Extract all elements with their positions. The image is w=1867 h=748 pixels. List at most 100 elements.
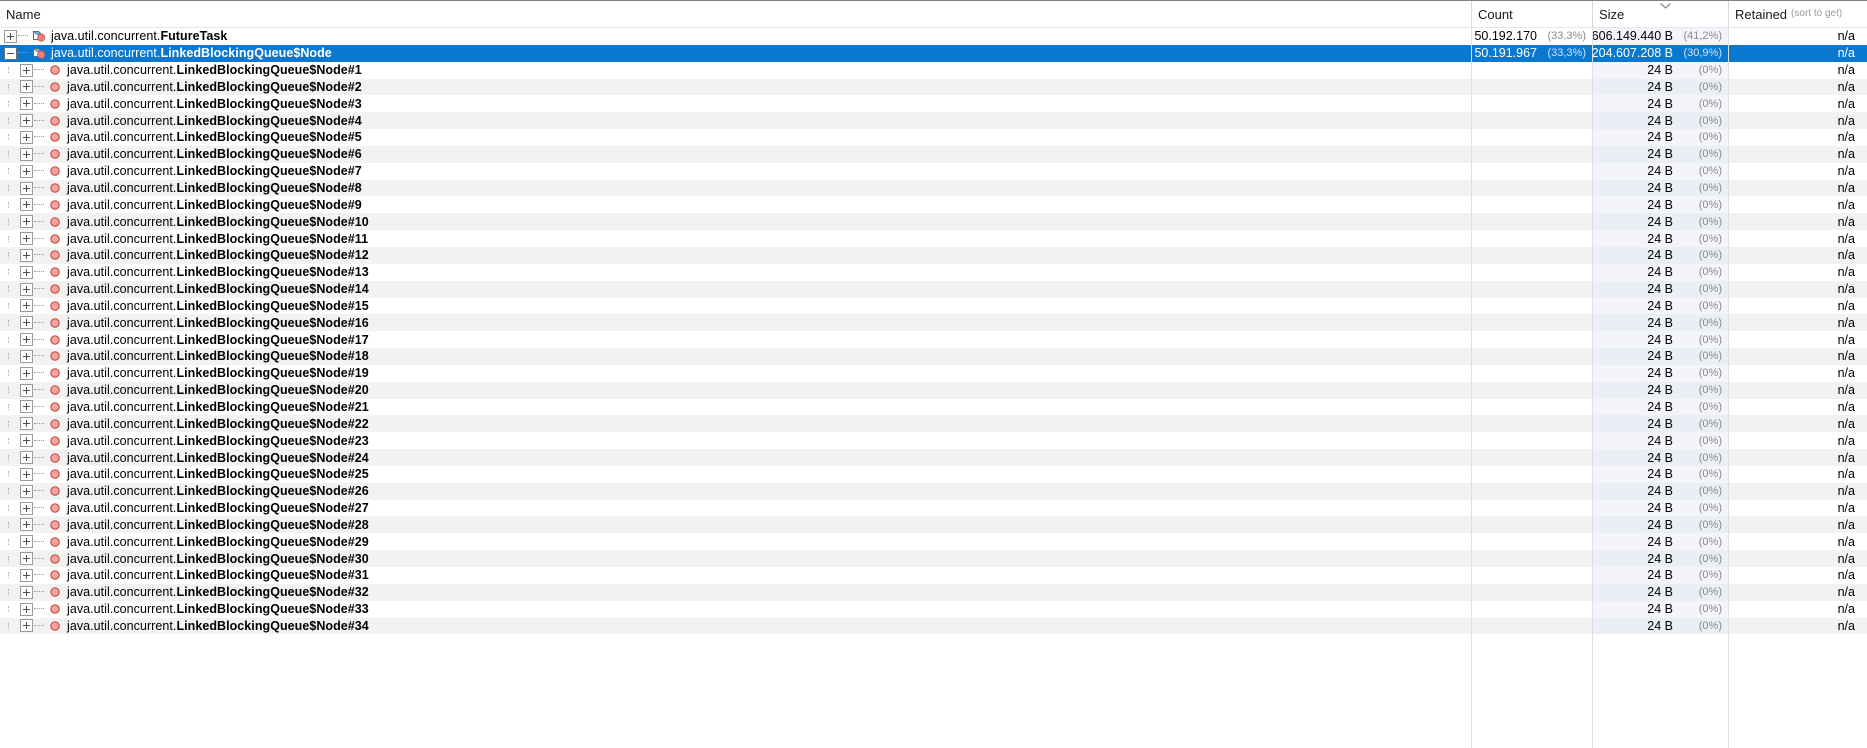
table-row[interactable]: java.util.concurrent.LinkedBlockingQueue… bbox=[0, 381, 1867, 399]
expand-icon[interactable] bbox=[20, 299, 33, 313]
cell-name[interactable]: java.util.concurrent.LinkedBlockingQueue… bbox=[0, 314, 1471, 331]
expand-icon[interactable] bbox=[20, 349, 33, 363]
cell-name[interactable]: java.util.concurrent.LinkedBlockingQueue… bbox=[0, 399, 1471, 416]
cell-name[interactable]: java.util.concurrent.LinkedBlockingQueue… bbox=[0, 62, 1471, 79]
table-row[interactable]: java.util.concurrent.LinkedBlockingQueue… bbox=[0, 600, 1867, 618]
table-row[interactable]: java.util.concurrent.LinkedBlockingQueue… bbox=[0, 145, 1867, 163]
table-row[interactable]: java.util.concurrent.LinkedBlockingQueue… bbox=[0, 196, 1867, 214]
table-row[interactable]: java.util.concurrent.LinkedBlockingQueue… bbox=[0, 533, 1867, 551]
expand-icon[interactable] bbox=[20, 282, 33, 296]
cell-name[interactable]: java.util.concurrent.LinkedBlockingQueue… bbox=[0, 196, 1471, 213]
cell-name[interactable]: java.util.concurrent.LinkedBlockingQueue… bbox=[0, 533, 1471, 550]
expand-icon[interactable] bbox=[20, 434, 33, 448]
table-row[interactable]: java.util.concurrent.FutureTask 50.192.17… bbox=[0, 28, 1867, 45]
expand-icon[interactable] bbox=[20, 501, 33, 515]
expand-icon[interactable] bbox=[20, 265, 33, 279]
table-row[interactable]: java.util.concurrent.LinkedBlockingQueue… bbox=[0, 230, 1867, 247]
expand-icon[interactable] bbox=[20, 467, 33, 481]
expand-icon[interactable] bbox=[20, 316, 33, 330]
table-row[interactable]: java.util.concurrent.LinkedBlockingQueue… bbox=[0, 44, 1867, 62]
cell-name[interactable]: java.util.concurrent.LinkedBlockingQueue… bbox=[0, 382, 1471, 399]
cell-name[interactable]: java.util.concurrent.LinkedBlockingQueue… bbox=[0, 365, 1471, 382]
cell-name[interactable]: java.util.concurrent.LinkedBlockingQueue… bbox=[0, 95, 1471, 112]
table-row[interactable]: java.util.concurrent.LinkedBlockingQueue… bbox=[0, 162, 1867, 180]
cell-name[interactable]: java.util.concurrent.LinkedBlockingQueue… bbox=[0, 550, 1471, 567]
column-header-count[interactable]: Count bbox=[1471, 1, 1592, 27]
column-header-size[interactable]: Size bbox=[1592, 1, 1728, 27]
cell-name[interactable]: java.util.concurrent.LinkedBlockingQueue… bbox=[0, 45, 1471, 62]
cell-name[interactable]: java.util.concurrent.LinkedBlockingQueue… bbox=[0, 415, 1471, 432]
cell-name[interactable]: java.util.concurrent.LinkedBlockingQueue… bbox=[0, 516, 1471, 533]
expand-icon[interactable] bbox=[20, 400, 33, 414]
table-row[interactable]: java.util.concurrent.LinkedBlockingQueue… bbox=[0, 499, 1867, 517]
expand-icon[interactable] bbox=[20, 248, 33, 262]
expand-icon[interactable] bbox=[20, 619, 33, 633]
cell-name[interactable]: java.util.concurrent.FutureTask bbox=[0, 28, 1471, 45]
cell-name[interactable]: java.util.concurrent.LinkedBlockingQueue… bbox=[0, 449, 1471, 466]
expand-icon[interactable] bbox=[20, 451, 33, 465]
cell-name[interactable]: java.util.concurrent.LinkedBlockingQueue… bbox=[0, 331, 1471, 348]
cell-name[interactable]: java.util.concurrent.LinkedBlockingQueue… bbox=[0, 298, 1471, 315]
cell-name[interactable]: java.util.concurrent.LinkedBlockingQueue… bbox=[0, 348, 1471, 365]
cell-name[interactable]: java.util.concurrent.LinkedBlockingQueue… bbox=[0, 163, 1471, 180]
expand-icon[interactable] bbox=[20, 181, 33, 195]
cell-name[interactable]: java.util.concurrent.LinkedBlockingQueue… bbox=[0, 618, 1471, 635]
expand-icon[interactable] bbox=[20, 130, 33, 144]
expand-icon[interactable] bbox=[20, 198, 33, 212]
table-row[interactable]: java.util.concurrent.LinkedBlockingQueue… bbox=[0, 398, 1867, 416]
table-row[interactable]: java.util.concurrent.LinkedBlockingQueue… bbox=[0, 348, 1867, 365]
table-row[interactable]: java.util.concurrent.LinkedBlockingQueue… bbox=[0, 112, 1867, 130]
expand-icon[interactable] bbox=[20, 232, 33, 246]
expand-icon[interactable] bbox=[20, 535, 33, 549]
cell-name[interactable]: java.util.concurrent.LinkedBlockingQueue… bbox=[0, 483, 1471, 500]
table-row[interactable]: java.util.concurrent.LinkedBlockingQueue… bbox=[0, 516, 1867, 534]
expand-icon[interactable] bbox=[20, 484, 33, 498]
cell-name[interactable]: java.util.concurrent.LinkedBlockingQueue… bbox=[0, 601, 1471, 618]
expand-icon[interactable] bbox=[20, 333, 33, 347]
table-row[interactable]: java.util.concurrent.LinkedBlockingQueue… bbox=[0, 213, 1867, 231]
expand-icon[interactable] bbox=[20, 417, 33, 431]
table-row[interactable]: java.util.concurrent.LinkedBlockingQueue… bbox=[0, 449, 1867, 466]
table-row[interactable]: java.util.concurrent.LinkedBlockingQueue… bbox=[0, 297, 1867, 315]
cell-name[interactable]: java.util.concurrent.LinkedBlockingQueue… bbox=[0, 247, 1471, 264]
expand-icon[interactable] bbox=[20, 164, 33, 178]
table-row[interactable]: java.util.concurrent.LinkedBlockingQueue… bbox=[0, 95, 1867, 113]
expand-icon[interactable] bbox=[20, 215, 33, 229]
expand-icon[interactable] bbox=[20, 552, 33, 566]
cell-name[interactable]: java.util.concurrent.LinkedBlockingQueue… bbox=[0, 129, 1471, 146]
tree-rows-container[interactable]: java.util.concurrent.FutureTask 50.192.17… bbox=[0, 28, 1867, 748]
cell-name[interactable]: java.util.concurrent.LinkedBlockingQueue… bbox=[0, 567, 1471, 584]
expand-icon[interactable] bbox=[20, 97, 33, 111]
cell-name[interactable]: java.util.concurrent.LinkedBlockingQueue… bbox=[0, 112, 1471, 129]
table-row[interactable]: java.util.concurrent.LinkedBlockingQueue… bbox=[0, 364, 1867, 382]
expand-icon[interactable] bbox=[20, 366, 33, 380]
table-row[interactable]: java.util.concurrent.LinkedBlockingQueue… bbox=[0, 550, 1867, 567]
expand-icon[interactable] bbox=[4, 29, 17, 43]
cell-name[interactable]: java.util.concurrent.LinkedBlockingQueue… bbox=[0, 466, 1471, 483]
column-header-name[interactable]: Name bbox=[0, 1, 1471, 27]
cell-name[interactable]: java.util.concurrent.LinkedBlockingQueue… bbox=[0, 500, 1471, 517]
heap-class-tree-view[interactable]: Name Count Size Retained (sort to get) j… bbox=[0, 0, 1867, 748]
table-row[interactable]: java.util.concurrent.LinkedBlockingQueue… bbox=[0, 331, 1867, 349]
table-row[interactable]: java.util.concurrent.LinkedBlockingQueue… bbox=[0, 567, 1867, 584]
expand-icon[interactable] bbox=[20, 147, 33, 161]
table-row[interactable]: java.util.concurrent.LinkedBlockingQueue… bbox=[0, 314, 1867, 332]
expand-icon[interactable] bbox=[20, 383, 33, 397]
cell-name[interactable]: java.util.concurrent.LinkedBlockingQueue… bbox=[0, 264, 1471, 281]
table-row[interactable]: java.util.concurrent.LinkedBlockingQueue… bbox=[0, 617, 1867, 635]
cell-name[interactable]: java.util.concurrent.LinkedBlockingQueue… bbox=[0, 146, 1471, 163]
collapse-icon[interactable] bbox=[4, 46, 17, 60]
expand-icon[interactable] bbox=[20, 585, 33, 599]
cell-name[interactable]: java.util.concurrent.LinkedBlockingQueue… bbox=[0, 281, 1471, 298]
expand-icon[interactable] bbox=[20, 80, 33, 94]
table-row[interactable]: java.util.concurrent.LinkedBlockingQueue… bbox=[0, 465, 1867, 483]
cell-name[interactable]: java.util.concurrent.LinkedBlockingQueue… bbox=[0, 432, 1471, 449]
table-row[interactable]: java.util.concurrent.LinkedBlockingQueue… bbox=[0, 482, 1867, 500]
table-row[interactable]: java.util.concurrent.LinkedBlockingQueue… bbox=[0, 246, 1867, 264]
cell-name[interactable]: java.util.concurrent.LinkedBlockingQueue… bbox=[0, 180, 1471, 197]
cell-name[interactable]: java.util.concurrent.LinkedBlockingQueue… bbox=[0, 584, 1471, 601]
expand-icon[interactable] bbox=[20, 63, 33, 77]
table-row[interactable]: java.util.concurrent.LinkedBlockingQueue… bbox=[0, 179, 1867, 197]
expand-icon[interactable] bbox=[20, 602, 33, 616]
table-row[interactable]: java.util.concurrent.LinkedBlockingQueue… bbox=[0, 61, 1867, 79]
